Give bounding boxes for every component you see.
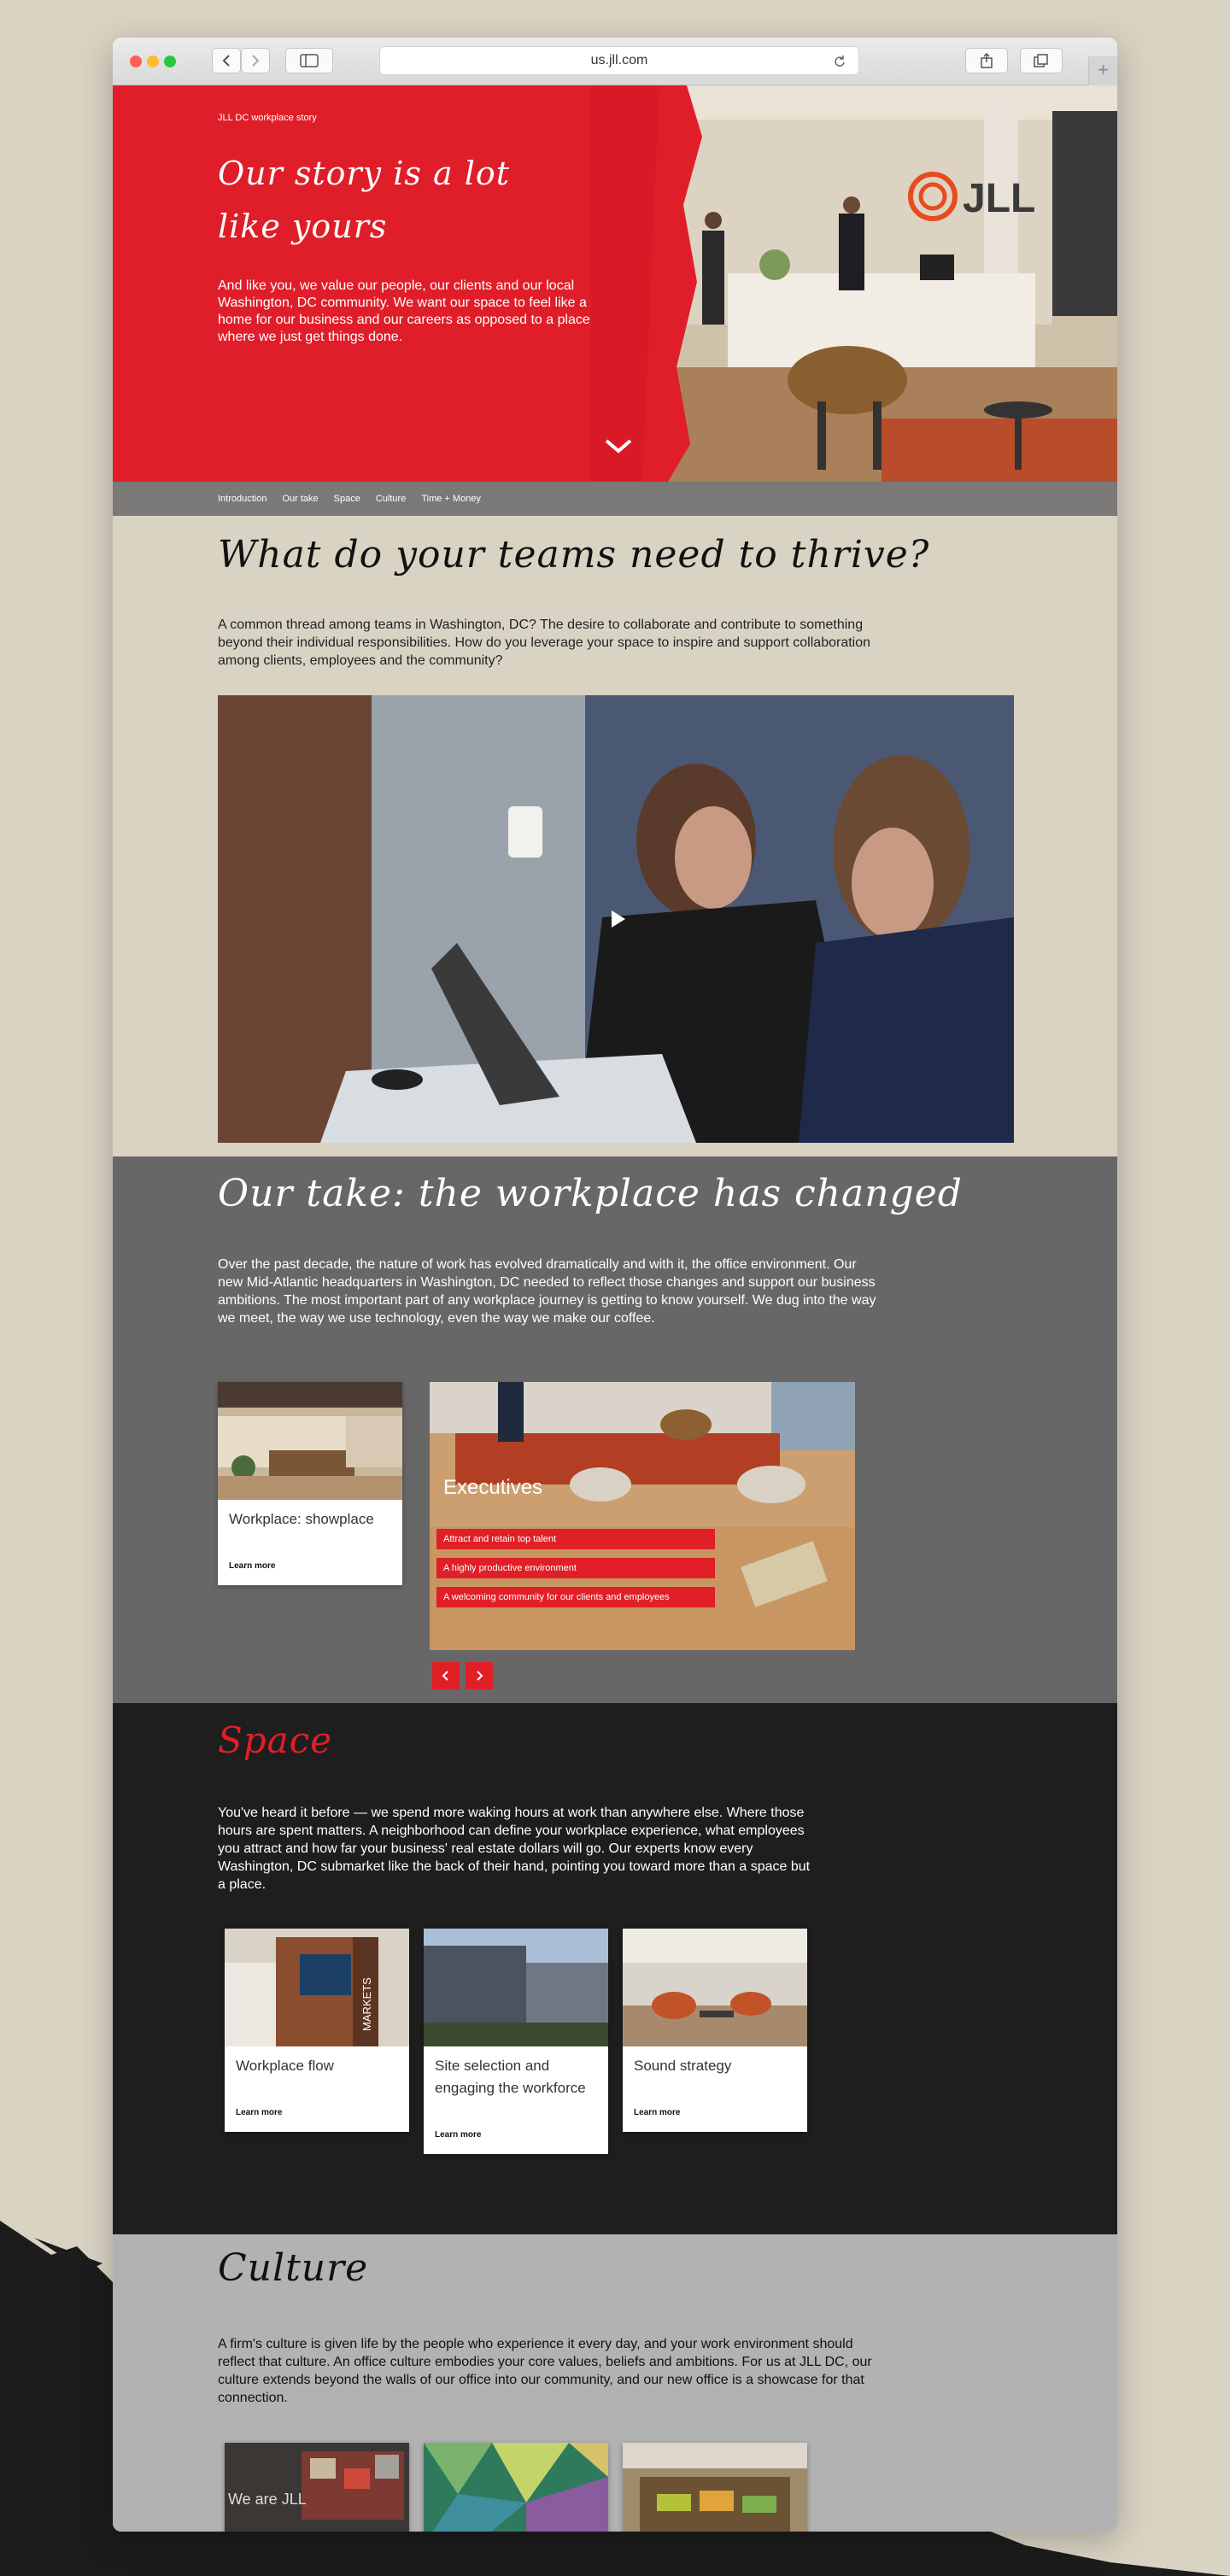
card-title: Sound strategy — [634, 2058, 732, 2074]
executives-photo — [430, 1382, 855, 1650]
thrive-section: What do your teams need to thrive? A com… — [113, 516, 1117, 1156]
space-section: Space You've heard it before — we spend … — [113, 1703, 1117, 2234]
lounge-photo — [623, 1929, 807, 2046]
url-text: us.jll.com — [590, 53, 648, 67]
workplace-card-photo — [218, 1382, 402, 1500]
workplace-flow-photo: MARKETS — [225, 1929, 409, 2046]
learn-more-link[interactable]: Learn more — [236, 2108, 282, 2117]
reload-icon[interactable] — [833, 55, 846, 68]
tabs-overview-button[interactable] — [1020, 48, 1063, 73]
nav-introduction[interactable]: Introduction — [218, 494, 266, 504]
executives-title: Executives — [443, 1476, 543, 1499]
space-title: Space — [218, 1719, 333, 1761]
carousel-prev-button[interactable] — [432, 1662, 460, 1689]
maximize-window-button[interactable] — [164, 56, 176, 67]
exec-tag: A welcoming community for our clients an… — [436, 1587, 715, 1607]
back-button[interactable] — [212, 48, 241, 73]
carousel-next-button[interactable] — [466, 1662, 493, 1689]
chevron-right-icon — [252, 55, 260, 67]
share-icon — [981, 53, 993, 68]
hero-section: JLL JLL DC workplace story Our story is … — [113, 85, 1117, 482]
space-body: You've heard it before — we spend more w… — [218, 1806, 811, 1892]
site-selection-card[interactable]: Site selection and engaging the workforc… — [424, 1929, 608, 2154]
forward-button[interactable] — [241, 48, 270, 73]
culture-card-3[interactable] — [623, 2443, 807, 2532]
hero-eyebrow: JLL DC workplace story — [218, 113, 317, 123]
we-are-jll-text: We are JLL — [228, 2491, 307, 2508]
nav-space[interactable]: Space — [334, 494, 360, 504]
card-title: Workplace: showplace — [229, 1511, 374, 1527]
nav-culture[interactable]: Culture — [376, 494, 406, 504]
new-tab-button[interactable]: + — [1088, 56, 1117, 85]
nav-our-take[interactable]: Our take — [282, 494, 318, 504]
hero-title: Our story is a lot like yours — [218, 155, 511, 245]
market-stall-photo — [623, 2443, 807, 2532]
learn-more-link[interactable]: Learn more — [634, 2108, 680, 2117]
thrive-body: A common thread among teams in Washingto… — [218, 618, 871, 668]
card-title: Site selection and engaging the workforc… — [435, 2058, 586, 2096]
our-take-body: Over the past decade, the nature of work… — [218, 1257, 876, 1326]
mosaic-photo — [424, 2443, 608, 2532]
section-nav: Introduction Our take Space Culture Time… — [113, 482, 1117, 516]
sidebar-toggle-button[interactable] — [285, 48, 333, 73]
card-title: Workplace flow — [236, 2058, 334, 2074]
browser-toolbar: us.jll.com + — [113, 38, 1117, 85]
chevron-left-icon — [442, 1671, 448, 1681]
our-take-title: Our take: the workplace has changed — [218, 1172, 963, 1215]
learn-more-link[interactable]: Learn more — [435, 2130, 481, 2140]
thrive-title: What do your teams need to thrive? — [218, 533, 930, 577]
sound-strategy-card[interactable]: Sound strategy Learn more — [623, 1929, 807, 2132]
building-photo — [424, 1929, 608, 2046]
close-window-button[interactable] — [130, 56, 142, 67]
tabs-icon — [1034, 54, 1048, 67]
our-take-section: Our take: the workplace has changed Over… — [113, 1156, 1117, 1703]
nav-time-money[interactable]: Time + Money — [421, 494, 481, 504]
culture-body: A firm's culture is given life by the pe… — [218, 2337, 872, 2405]
executives-panel: Executives Attract and retain top talent… — [430, 1382, 855, 1650]
address-bar[interactable]: us.jll.com — [379, 46, 859, 75]
chevron-right-icon — [477, 1671, 483, 1681]
culture-card-2[interactable] — [424, 2443, 608, 2532]
workplace-flow-card[interactable]: MARKETS Workplace flow Learn more — [225, 1929, 409, 2132]
jll-logo-text: JLL — [963, 176, 1035, 221]
chevron-left-icon — [222, 55, 230, 67]
we-are-jll-photo: We are JLL — [225, 2443, 409, 2532]
sidebar-icon — [300, 54, 319, 67]
exec-tag: A highly productive environment — [436, 1558, 715, 1578]
culture-card-1[interactable]: We are JLL — [225, 2443, 409, 2532]
markets-text: MARKETS — [360, 1977, 373, 2031]
video-thumbnail — [218, 695, 1014, 1143]
learn-more-link[interactable]: Learn more — [229, 1561, 275, 1571]
culture-section: Culture A firm's culture is given life b… — [113, 2234, 1117, 2532]
hero-intro: And like you, we value our people, our c… — [218, 278, 590, 344]
workplace-showplace-card[interactable]: Workplace: showplace Learn more — [218, 1382, 402, 1585]
share-button[interactable] — [965, 48, 1008, 73]
video-player[interactable] — [218, 695, 1014, 1143]
scroll-down-chevron-icon[interactable] — [603, 436, 634, 456]
culture-title: Culture — [218, 2246, 369, 2290]
browser-window: us.jll.com + JLL JLL DC workplace story … — [113, 38, 1117, 2532]
exec-tag: Attract and retain top talent — [436, 1529, 715, 1549]
minimize-window-button[interactable] — [147, 56, 159, 67]
